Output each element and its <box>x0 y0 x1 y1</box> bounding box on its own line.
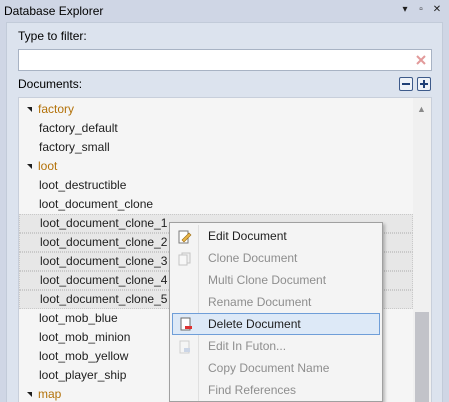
maximize-button[interactable]: ▫ <box>414 3 428 17</box>
tree-item[interactable]: factory_small <box>19 138 413 157</box>
tree-scrollbar[interactable]: ▲ <box>413 98 431 402</box>
clear-x-icon[interactable] <box>414 53 428 67</box>
menu-item-edit-document[interactable]: Edit Document <box>172 225 380 247</box>
expand-arrow-icon[interactable] <box>27 107 32 112</box>
tree-item-label: loot_document_clone <box>39 197 154 211</box>
scroll-up-icon[interactable]: ▲ <box>417 104 426 114</box>
tree-item-label: factory_default <box>39 121 118 135</box>
window-menu-button[interactable]: ▾ <box>398 3 412 17</box>
menu-item-label: Edit Document <box>208 229 287 243</box>
menu-item-label: Copy Document Name <box>208 361 330 375</box>
tree-item-label: loot_player_ship <box>39 368 127 382</box>
documents-label: Documents: <box>18 77 83 91</box>
filter-input[interactable] <box>18 49 432 71</box>
tree-item-label: loot_document_clone_5 <box>40 292 168 306</box>
menu-item-edit-in-futon[interactable]: Edit In Futon... <box>172 335 380 357</box>
tree-item-label: loot_document_clone_3 <box>40 254 168 268</box>
menu-item-label: Find References <box>208 383 297 397</box>
tree-item-label: loot_mob_blue <box>39 311 118 325</box>
tree-item-label: loot_mob_minion <box>39 330 131 344</box>
tree-item[interactable]: loot_destructible <box>19 176 413 195</box>
menu-item-clone-document[interactable]: Clone Document <box>172 247 380 269</box>
menu-item-delete-document[interactable]: Delete Document <box>172 313 380 335</box>
tree-item-label: factory_small <box>39 140 110 154</box>
window-titlebar: Database Explorer ▾ ▫ ✕ <box>0 0 449 22</box>
expand-arrow-icon[interactable] <box>27 392 32 397</box>
tree-item[interactable]: loot_document_clone <box>19 195 413 214</box>
menu-item-copy-document-name[interactable]: Copy Document Name <box>172 357 380 379</box>
menu-item-multi-clone-document[interactable]: Multi Clone Document <box>172 269 380 291</box>
tree-folder[interactable]: loot <box>19 157 413 176</box>
tree-item-label: loot <box>38 159 58 173</box>
tree-item[interactable]: factory_default <box>19 119 413 138</box>
tree-item-label: factory <box>38 102 75 116</box>
menu-item-rename-document[interactable]: Rename Document <box>172 291 380 313</box>
menu-item-label: Edit In Futon... <box>208 339 287 353</box>
collapse-all-icon[interactable] <box>399 77 413 91</box>
menu-item-label: Multi Clone Document <box>208 273 327 287</box>
close-button[interactable]: ✕ <box>430 3 444 17</box>
menu-item-find-references[interactable]: Find References <box>172 379 380 401</box>
expand-arrow-icon[interactable] <box>27 164 32 169</box>
futon-icon <box>178 339 192 354</box>
tree-item-label: loot_document_clone_4 <box>40 273 168 287</box>
scroll-thumb[interactable] <box>415 312 429 402</box>
expand-all-icon[interactable] <box>417 77 431 91</box>
tree-item-label: loot_mob_yellow <box>39 349 129 363</box>
edit-document-icon <box>178 229 192 244</box>
delete-document-icon <box>179 317 193 331</box>
tree-item-label: loot_document_clone_2 <box>40 235 168 249</box>
context-menu: Edit Document Clone Document Multi Clone D… <box>169 222 383 402</box>
clone-document-icon <box>178 251 192 266</box>
filter-label: Type to filter: <box>18 29 87 43</box>
tree-item-label: loot_document_clone_1 <box>40 216 168 230</box>
tree-item-label: map <box>38 387 62 401</box>
menu-item-label: Rename Document <box>208 295 312 309</box>
menu-item-label: Delete Document <box>208 317 301 331</box>
window-title: Database Explorer <box>4 4 104 18</box>
tree-item-label: loot_destructible <box>39 178 127 192</box>
tree-folder[interactable]: factory <box>19 100 413 119</box>
menu-item-label: Clone Document <box>208 251 298 265</box>
